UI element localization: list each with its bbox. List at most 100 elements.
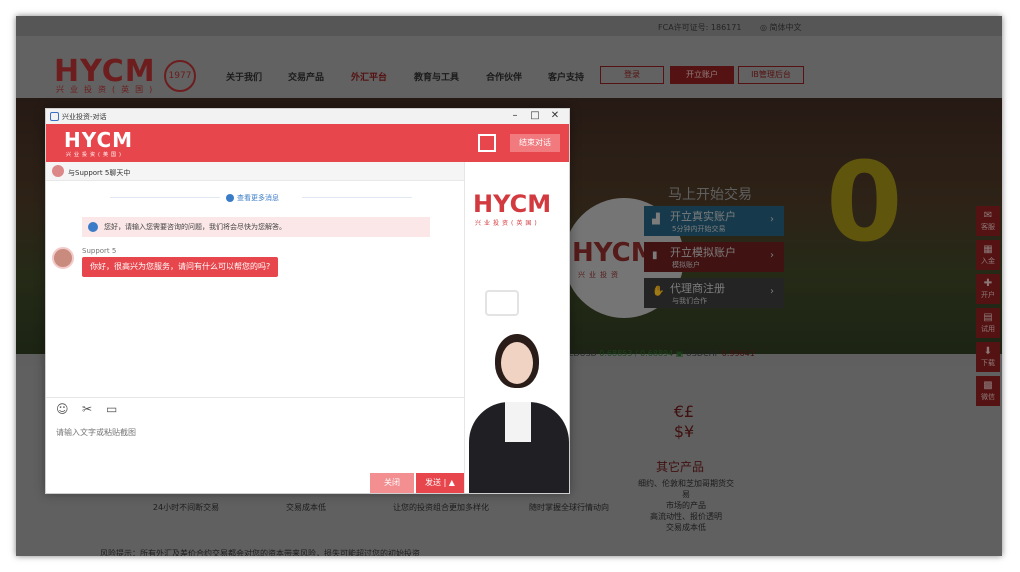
ticker-symbol-1: ZDUSD: [568, 349, 597, 358]
start-trading-title: 马上开始交易: [668, 187, 752, 203]
nav-forex-platform[interactable]: 外汇平台: [351, 70, 387, 83]
desc-line: 市场的产品: [666, 501, 706, 510]
float-label: 开户: [981, 291, 995, 299]
agent-message-bubble: 你好，很高兴为您服务，请问有什么可以帮您的吗?: [82, 257, 279, 277]
ticker-value-1: 0.68853 / 0.68894: [599, 349, 674, 358]
agent-avatar-small: [52, 165, 64, 177]
ib-portal-button[interactable]: IB管理后台: [738, 66, 804, 84]
other-products-desc: 细约、伦敦和芝加哥期货交易 市场的产品 高流动性、报价透明 交易成本低: [636, 478, 736, 533]
user-add-icon: ✚: [983, 278, 993, 289]
scissors-icon[interactable]: ✂: [82, 402, 92, 416]
chat-input[interactable]: 请输入文字或粘贴截图: [56, 427, 136, 438]
float-deposit-button[interactable]: ▦ 入金: [976, 240, 1000, 270]
nav-products[interactable]: 交易产品: [288, 70, 324, 83]
login-button[interactable]: 登录: [600, 66, 664, 84]
load-more-label: 查看更多消息: [237, 194, 279, 202]
minimize-icon[interactable]: –: [508, 110, 522, 121]
top-bar: FCA许可证号: 186171 ◎ 简体中文: [16, 16, 1002, 36]
mouse-icon: ▮: [652, 250, 658, 261]
float-label: 试用: [981, 325, 995, 333]
chevron-right-icon: ›: [770, 286, 774, 297]
site-header: HYCM 兴业投资(英国) 1977 关于我们 交易产品 外汇平台 教育与工具 …: [16, 36, 1002, 98]
hero-big-number: 0: [826, 138, 903, 266]
open-account-button[interactable]: 开立账户: [670, 66, 734, 84]
emoji-icon[interactable]: ☺: [56, 402, 69, 416]
qrcode-icon[interactable]: [478, 134, 496, 152]
download-icon: ⬇: [983, 346, 993, 357]
chat-icon: ✉: [983, 210, 993, 221]
agent-register-label: 代理商注册: [670, 282, 725, 295]
fca-license: FCA许可证号: 186171: [658, 23, 742, 32]
chat-logo: HYCM: [64, 128, 134, 152]
clock-icon: [226, 194, 234, 202]
ticker-value-2: 0.99641: [721, 349, 755, 358]
chat-logo-sub: 兴业投资(英国): [66, 152, 124, 158]
risk-warning: 风险提示：所有外汇及差价合约交易都会对您的资本带来风险，损失可能超过您的初始投资: [100, 549, 420, 556]
open-demo-account-link[interactable]: ▮ 开立模拟账户 模拟账户 ›: [644, 242, 784, 272]
chevron-right-icon: ›: [770, 214, 774, 225]
end-chat-button[interactable]: 结束对话: [510, 134, 560, 152]
close-button[interactable]: 关闭: [370, 473, 414, 493]
chevron-right-icon: ›: [770, 250, 774, 261]
nav-partners[interactable]: 合作伙伴: [486, 70, 522, 83]
live-account-sub: 5分钟内开始交易: [672, 225, 726, 233]
ball-logo-sub: 兴业投资: [578, 271, 622, 279]
chat-bubbles-icon: [485, 290, 519, 316]
message-list: 查看更多消息 您好，请输入您需要咨询的问题，我们将会尽快为您解答。 Suppor…: [46, 181, 464, 397]
float-open-button[interactable]: ✚ 开户: [976, 274, 1000, 304]
coins-icon: ▦: [983, 244, 993, 255]
chat-status-text: 与Support 5聊天中: [68, 169, 131, 177]
float-trial-button[interactable]: ▤ 试用: [976, 308, 1000, 338]
system-notice: 您好，请输入您需要咨询的问题，我们将会尽快为您解答。: [82, 217, 430, 237]
chat-side-panel: HYCM 兴业投资(英国): [464, 162, 569, 493]
side-logo-sub: 兴业投资(英国): [475, 220, 540, 227]
nav-about[interactable]: 关于我们: [226, 70, 262, 83]
float-label: 微信: [981, 393, 995, 401]
float-wechat-button[interactable]: ▩ 微信: [976, 376, 1000, 406]
send-button[interactable]: 发送 | ▲: [416, 473, 464, 493]
language-selector[interactable]: ◎ 简体中文: [760, 22, 802, 33]
load-more-messages[interactable]: 查看更多消息: [226, 193, 279, 203]
site-logo-sub: 兴业投资(英国): [56, 85, 159, 94]
nav-education[interactable]: 教育与工具: [414, 70, 459, 83]
product-col-1: 24小时不间断交易: [152, 503, 220, 512]
language-label: 简体中文: [769, 23, 802, 32]
agent-name: Support 5: [82, 247, 117, 255]
nav-support[interactable]: 客户支持: [548, 70, 584, 83]
qrcode-icon: ▩: [983, 380, 993, 391]
agent-register-link[interactable]: ✋ 代理商注册 与我们合作 ›: [644, 278, 784, 308]
demo-account-sub: 模拟账户: [672, 261, 700, 269]
window-app-icon: [50, 112, 59, 121]
chat-window-title: 兴业投资-对话: [62, 113, 107, 121]
ticker-symbol-2: USDCHF: [685, 349, 720, 358]
start-trading-panel: 马上开始交易 ▟ 开立真实账户 5分钟内开始交易 › ▮ 开立模拟账户 模拟账户…: [642, 182, 794, 332]
product-col-2: 交易成本低: [286, 503, 326, 512]
price-ticker: ZDUSD 0.68853 / 0.68894 ▣ USDCHF 0.99641: [568, 349, 755, 358]
folder-icon[interactable]: ▭: [106, 402, 117, 416]
demo-account-label: 开立模拟账户: [670, 246, 736, 259]
close-icon[interactable]: ✕: [548, 110, 562, 121]
float-label: 入金: [981, 257, 995, 265]
float-label: 客服: [981, 223, 995, 231]
chart-icon: ▟: [652, 214, 660, 225]
currency-icon: €£ $¥: [673, 402, 695, 441]
float-service-button[interactable]: ✉ 客服: [976, 206, 1000, 236]
chat-window-titlebar[interactable]: 兴业投资-对话 – □ ✕: [46, 109, 569, 124]
since-seal-icon: 1977: [164, 60, 196, 92]
product-col-4: 随时掌握全球行情动向: [529, 503, 609, 512]
agent-register-sub: 与我们合作: [672, 297, 707, 305]
desc-line: 交易成本低: [666, 523, 706, 532]
system-notice-text: 您好，请输入您需要咨询的问题，我们将会尽快为您解答。: [104, 223, 286, 231]
chat-input-toolbar: ☺ ✂ ▭: [46, 397, 464, 419]
open-live-account-link[interactable]: ▟ 开立真实账户 5分钟内开始交易 ›: [644, 206, 784, 236]
float-download-button[interactable]: ⬇ 下载: [976, 342, 1000, 372]
chat-header: HYCM 兴业投资(英国) 结束对话: [46, 124, 569, 162]
floating-toolbar: ✉ 客服 ▦ 入金 ✚ 开户 ▤ 试用 ⬇ 下载 ▩ 微信: [976, 206, 1002, 410]
agent-avatar: [52, 247, 74, 269]
chat-status-bar: 与Support 5聊天中: [46, 162, 464, 181]
maximize-icon[interactable]: □: [528, 110, 542, 121]
handshake-icon: ✋: [652, 286, 665, 297]
globe-icon: ◎: [760, 23, 767, 32]
agent-photo-face: [501, 342, 533, 384]
divider-left: [110, 197, 220, 198]
